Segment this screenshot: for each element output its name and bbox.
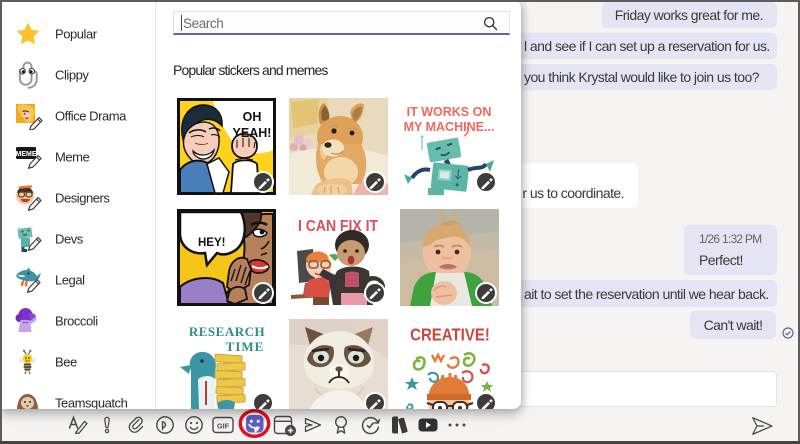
svg-text:MY MACHINE...: MY MACHINE...	[404, 120, 495, 134]
svg-text:MEME: MEME	[16, 151, 37, 158]
svg-text:CREATIVE!: CREATIVE!	[410, 325, 490, 344]
svg-text:OH: OH	[243, 110, 262, 124]
svg-text:GIF: GIF	[217, 422, 230, 431]
svg-text:IT WORKS ON: IT WORKS ON	[407, 105, 492, 119]
svg-text:YEAH!: YEAH!	[233, 126, 272, 140]
svg-text:HEY!: HEY!	[198, 237, 225, 249]
svg-text:I CAN FIX IT: I CAN FIX IT	[297, 218, 377, 235]
svg-text:TIME: TIME	[226, 339, 265, 354]
svg-text:RESEARCH: RESEARCH	[189, 324, 265, 339]
